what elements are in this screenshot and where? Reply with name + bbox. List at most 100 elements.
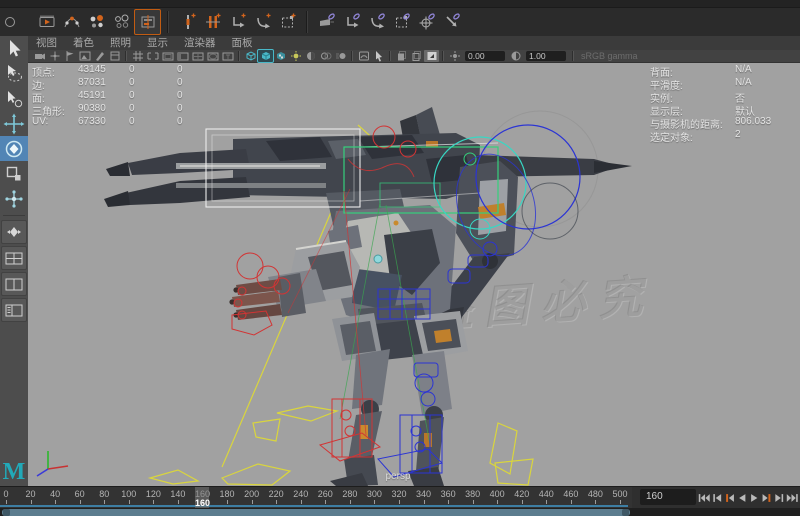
set-key-dots-icon[interactable] — [84, 10, 109, 34]
layout-two-pane-button[interactable] — [1, 272, 27, 296]
scale-tool[interactable] — [0, 161, 28, 186]
play-backward-button[interactable] — [736, 490, 749, 506]
tick-mark — [570, 500, 572, 504]
panel-menu-3[interactable]: 显示 — [139, 36, 176, 50]
film-gate-icon[interactable] — [145, 50, 160, 62]
motion-blur-icon[interactable] — [333, 50, 348, 62]
scale-constraint-icon[interactable] — [389, 10, 414, 34]
camera-attributes-icon[interactable] — [107, 50, 122, 62]
toolbar-separator — [389, 51, 391, 61]
image-plane-icon[interactable] — [77, 50, 92, 62]
range-start-handle[interactable] — [3, 509, 10, 516]
tick-mark — [620, 500, 621, 504]
step-back-frame-button[interactable] — [711, 490, 724, 506]
exposure-field[interactable]: 0.00 — [465, 51, 505, 61]
tick-label: 280 — [342, 489, 358, 499]
layout-four-pane-button[interactable] — [1, 246, 27, 270]
gamma-field[interactable]: 1.00 — [526, 51, 566, 61]
step-back-key-button[interactable] — [723, 490, 736, 506]
wireframe-icon[interactable] — [243, 50, 258, 62]
lasso-select-tool[interactable] — [0, 61, 28, 86]
current-time-indicator[interactable]: 160 — [195, 487, 210, 509]
playblast-icon[interactable] — [34, 10, 59, 34]
gamma-icon[interactable] — [508, 50, 523, 62]
select-tool[interactable] — [0, 36, 28, 61]
tick-mark — [30, 500, 32, 504]
ghost-frames-icon[interactable] — [109, 10, 134, 34]
exposure-icon[interactable] — [447, 50, 462, 62]
tick-label: 420 — [514, 489, 530, 499]
tick-mark — [497, 500, 499, 504]
select-camera-icon[interactable] — [32, 50, 47, 62]
step-forward-key-button[interactable] — [761, 490, 774, 506]
isolate-select-icon[interactable] — [371, 50, 386, 62]
time-editor-icon[interactable] — [134, 9, 161, 35]
timeline-ruler[interactable]: 0 20 40 60 80 100 120 140 160 180 200 220 240 260 280 3… — [0, 487, 632, 509]
safe-action-icon[interactable] — [205, 50, 220, 62]
universal-manipulator-tool[interactable] — [0, 186, 28, 211]
layout-single-pane-button[interactable] — [1, 220, 27, 244]
paint-select-tool[interactable] — [0, 86, 28, 111]
snapshot-icon[interactable] — [394, 50, 409, 62]
auto-key-indicator-icon[interactable] — [5, 17, 15, 27]
toolbar-separator — [306, 11, 308, 33]
xray-icon[interactable] — [356, 50, 371, 62]
aim-constraint-icon[interactable] — [414, 10, 439, 34]
grid-icon[interactable] — [130, 50, 145, 62]
range-end-handle[interactable] — [622, 509, 629, 516]
layout-outliner-pane-button[interactable] — [1, 298, 27, 322]
smooth-shade-icon[interactable] — [257, 49, 274, 63]
toolbox: M — [0, 36, 29, 486]
tick-label: 60 — [74, 489, 85, 499]
textured-icon[interactable] — [273, 50, 288, 62]
toolbar-separator — [442, 51, 444, 61]
safe-title-icon[interactable] — [220, 50, 235, 62]
toolbar-separator — [351, 51, 353, 61]
go-to-start-button[interactable] — [698, 490, 711, 506]
step-forward-frame-button[interactable] — [773, 490, 786, 506]
play-forward-button[interactable] — [748, 490, 761, 506]
screen-space-ao-icon[interactable] — [318, 50, 333, 62]
insert-keys-icon[interactable] — [200, 10, 225, 34]
grease-pencil-icon[interactable] — [92, 50, 107, 62]
render-view-pane-icon[interactable] — [424, 50, 439, 62]
colorspace-label: sRGB gamma — [581, 51, 638, 61]
hud-row: 实例: 否 — [650, 94, 745, 105]
tick-mark — [104, 500, 106, 504]
move-tool[interactable] — [0, 111, 28, 136]
motion-trail-icon[interactable] — [59, 10, 84, 34]
orient-constraint-icon[interactable] — [364, 10, 389, 34]
point-constraint-icon[interactable] — [339, 10, 364, 34]
2d-pan-zoom-icon[interactable] — [47, 50, 62, 62]
parent-constraint-icon[interactable] — [314, 10, 339, 34]
toolbox-divider — [3, 215, 25, 216]
range-slider[interactable] — [0, 508, 800, 516]
hud-row: 平滑度: N/A — [650, 77, 752, 92]
tick-label: 340 — [416, 489, 432, 499]
bookmark-icon[interactable] — [62, 50, 77, 62]
gate-mask-icon[interactable] — [175, 50, 190, 62]
move-keys-icon[interactable] — [225, 10, 250, 34]
current-frame-field[interactable]: 160 — [640, 489, 696, 505]
view-axis-gizmo — [36, 451, 69, 477]
panel-menu-4[interactable]: 渲染器 — [176, 36, 224, 50]
field-chart-icon[interactable] — [190, 50, 205, 62]
sequence-snapshot-icon[interactable] — [409, 50, 424, 62]
resolution-gate-icon[interactable] — [160, 50, 175, 62]
panel-menu-5[interactable]: 面板 — [224, 36, 261, 50]
tick-mark — [153, 500, 155, 504]
scale-key-region-icon[interactable] — [275, 10, 300, 34]
panel-menu-2[interactable]: 照明 — [102, 36, 139, 50]
hud-row: 与摄影机的距离: 806.033 — [650, 116, 772, 131]
go-to-end-button[interactable] — [786, 490, 799, 506]
shadows-icon[interactable] — [303, 50, 318, 62]
use-all-lights-icon[interactable] — [288, 50, 303, 62]
insert-key-icon[interactable] — [175, 10, 200, 34]
rotate-tool[interactable] — [0, 136, 28, 161]
panel-menu-1[interactable]: 着色 — [65, 36, 102, 50]
range-slider-bar[interactable] — [2, 509, 630, 516]
rotate-keys-icon[interactable] — [250, 10, 275, 34]
viewport-canvas[interactable]: 盗图必究 顶点: 43145 0 0 边: 87031 0 0 面: 45191… — [28, 63, 800, 486]
pole-vector-constraint-icon[interactable] — [439, 10, 464, 34]
panel-menu-0[interactable]: 视图 — [28, 36, 65, 50]
